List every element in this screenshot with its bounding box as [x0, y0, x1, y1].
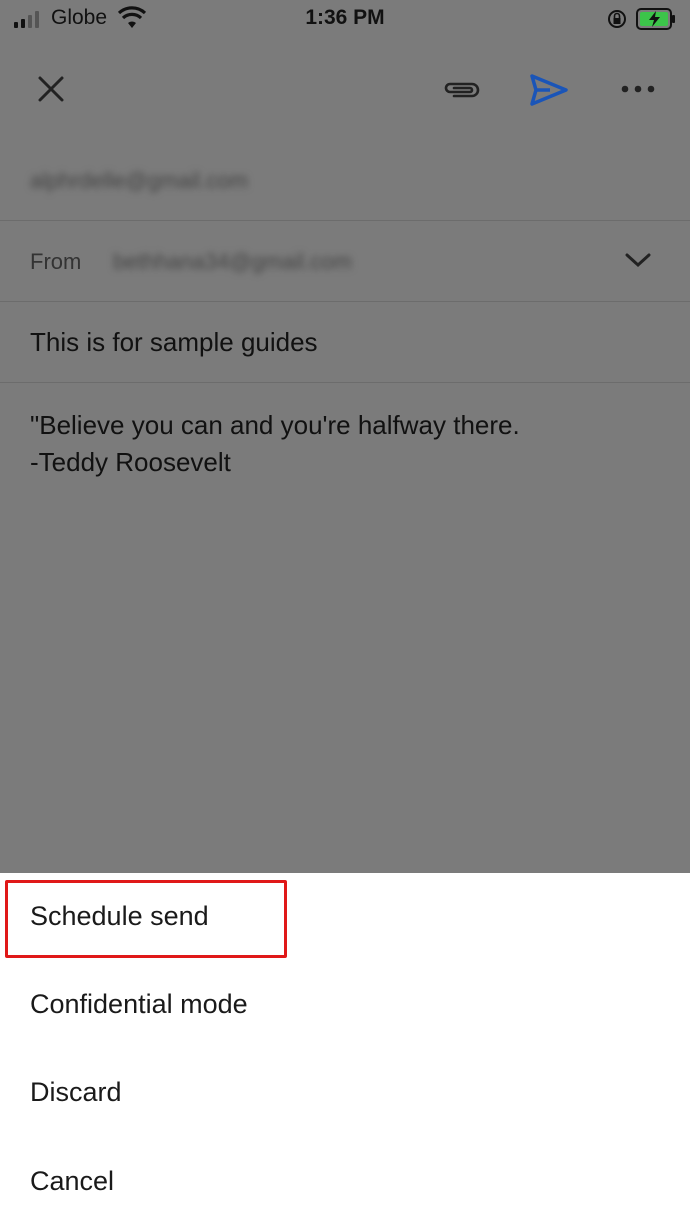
menu-item-label: Confidential mode	[30, 989, 248, 1019]
menu-item-cancel[interactable]: Cancel	[0, 1138, 690, 1226]
menu-item-label: Discard	[30, 1077, 122, 1107]
to-recipient: alphrdelle@gmail.com	[30, 168, 248, 193]
more-options-icon[interactable]	[620, 84, 656, 94]
from-address: bethhana34@gmail.com	[113, 249, 352, 274]
menu-item-label: Schedule send	[30, 901, 209, 931]
menu-item-confidential-mode[interactable]: Confidential mode	[0, 961, 690, 1049]
message-body[interactable]: "Believe you can and you're halfway ther…	[30, 407, 520, 481]
menu-item-schedule-send[interactable]: Schedule send	[0, 873, 690, 961]
body-line: -Teddy Roosevelt	[30, 447, 231, 477]
menu-item-discard[interactable]: Discard	[0, 1049, 690, 1137]
subject-text: This is for sample guides	[30, 327, 318, 357]
send-icon[interactable]	[528, 72, 570, 108]
rotation-lock-icon	[608, 10, 626, 28]
options-bottom-sheet: Schedule send Confidential mode Discard …	[0, 873, 690, 1227]
to-field-row[interactable]: alphrdelle@gmail.com	[0, 140, 690, 221]
attach-icon[interactable]	[440, 74, 482, 104]
chevron-down-icon[interactable]	[624, 251, 652, 269]
close-icon[interactable]	[36, 74, 66, 104]
status-time: 1:36 PM	[305, 6, 385, 29]
battery-charging-icon	[636, 8, 675, 30]
from-label: From	[30, 249, 82, 274]
from-field-row[interactable]: From bethhana34@gmail.com	[0, 221, 690, 302]
status-bar: Globe 1:36 PM	[0, 0, 690, 40]
subject-field-row[interactable]: This is for sample guides	[0, 302, 690, 383]
compose-screen-scrim[interactable]: Globe 1:36 PM alphrdelle@gmail.com From …	[0, 0, 690, 873]
menu-item-label: Cancel	[30, 1166, 115, 1196]
body-line: "Believe you can and you're halfway ther…	[30, 410, 520, 440]
